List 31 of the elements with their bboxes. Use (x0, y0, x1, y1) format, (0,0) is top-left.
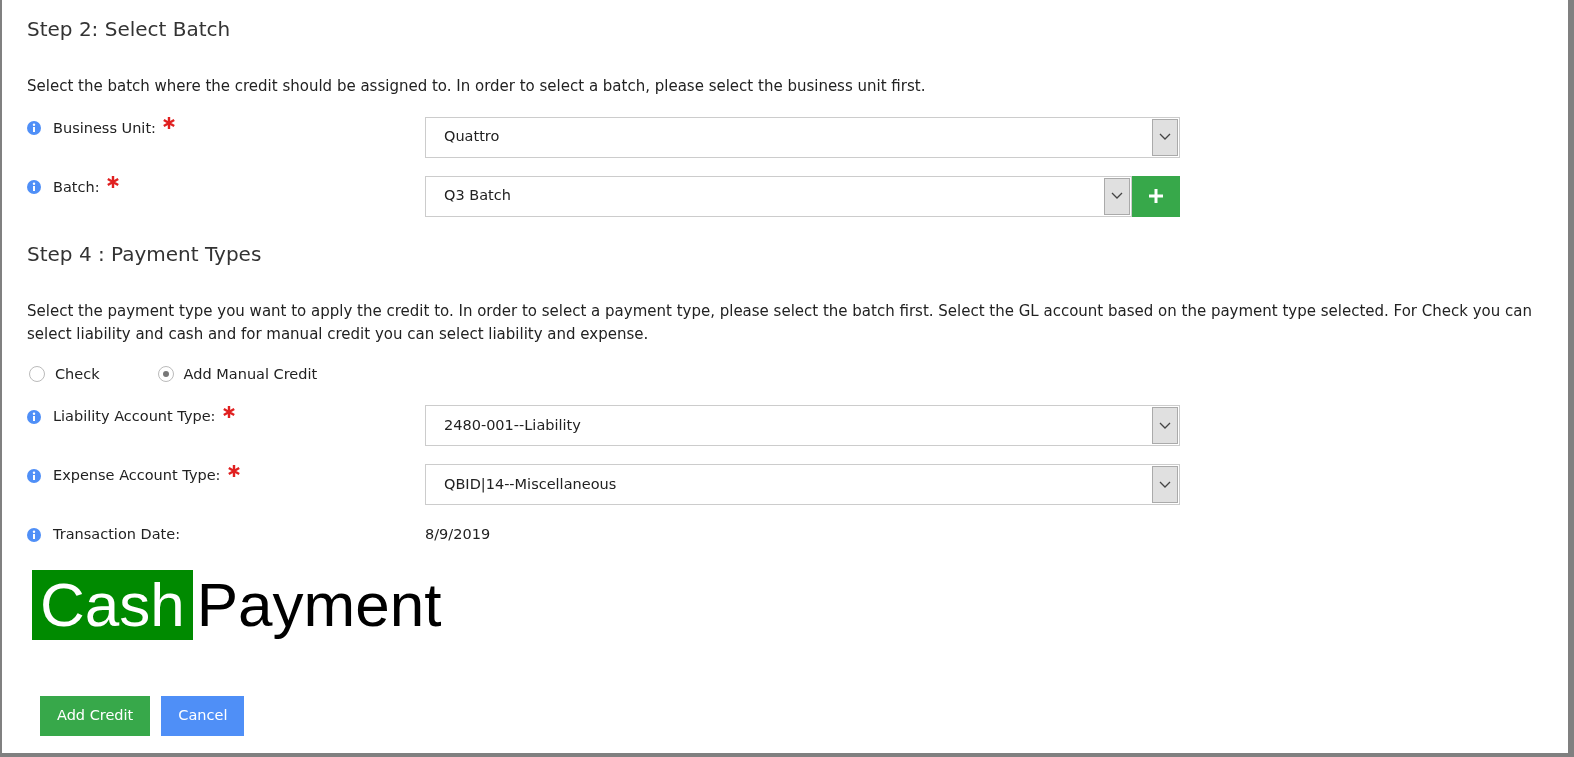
chevron-down-icon[interactable] (1152, 466, 1178, 504)
radio-option[interactable]: Check (29, 363, 100, 386)
chevron-down-icon[interactable] (1152, 118, 1178, 156)
info-icon[interactable] (27, 180, 41, 195)
info-icon[interactable] (27, 469, 41, 484)
section-description: Select the batch where the credit should be assigned to. In order to select a batch, please select the business unit first. (27, 76, 927, 97)
field-label: Expense Account Type: (53, 466, 221, 486)
add-button[interactable] (1132, 175, 1180, 217)
select-field[interactable]: 2480-001--Liability (425, 405, 1180, 447)
field-label: Business Unit: (53, 118, 156, 138)
plus-icon[interactable] (1148, 188, 1164, 204)
field-label: Transaction Date: (53, 525, 181, 545)
field-label: Liability Account Type: (53, 407, 216, 427)
select-field[interactable]: Q3 Batch (425, 175, 1132, 217)
section-heading: Step 4 : Payment Types (27, 240, 263, 268)
logo-highlight: Cash (32, 570, 193, 640)
logo-text: Payment (195, 570, 442, 640)
info-icon[interactable] (27, 410, 41, 425)
radio-button[interactable] (29, 366, 45, 383)
select-field[interactable]: Quattro (425, 116, 1180, 158)
chevron-down-icon[interactable] (1152, 407, 1178, 445)
chevron-down-icon[interactable] (1104, 177, 1130, 215)
section-description: Select the payment type you want to apply the credit to. In order to select a payment type, please select the batch first. Select the GL account based on the payment type selected. For Check you can select liability and cash and for manual credit you can select liability and expense. (27, 300, 1533, 345)
field-value: 8/9/2019 (425, 525, 491, 545)
section-heading: Step 2: Select Batch (27, 16, 232, 43)
radio-button[interactable] (157, 366, 174, 383)
select-field[interactable]: QBID|14--Miscellaneous (425, 464, 1180, 506)
info-icon[interactable] (27, 121, 41, 136)
info-icon[interactable] (27, 528, 41, 543)
field-label: Batch: (53, 177, 100, 197)
radio-option[interactable]: Add Manual Credit (157, 363, 318, 386)
